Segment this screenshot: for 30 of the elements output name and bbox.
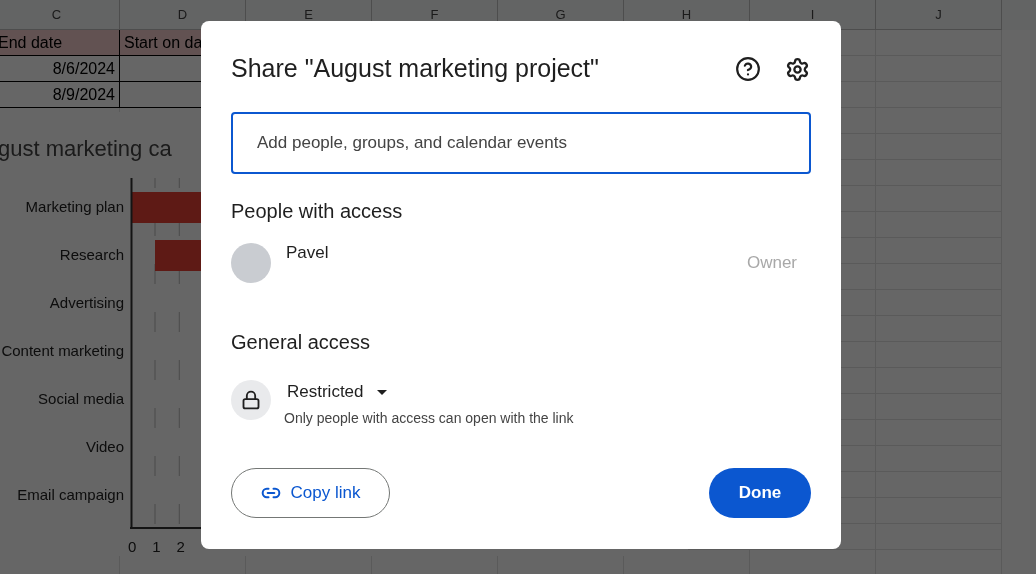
axis-tick-label: 2: [175, 537, 186, 556]
person-role: Owner: [746, 252, 797, 275]
category-label: Content marketing: [1, 340, 124, 361]
caret-icon: [376, 389, 387, 395]
section-heading: General access: [231, 330, 370, 355]
category-label: Email campaign: [17, 484, 124, 505]
axis-tick-label: 1: [151, 537, 162, 556]
lock-icon: [241, 390, 261, 410]
help-icon[interactable]: [735, 56, 761, 82]
avatar: [231, 243, 271, 283]
category-label: Advertising: [49, 292, 124, 313]
category-label: Research: [59, 244, 124, 265]
column-header[interactable]: J: [876, 0, 1002, 30]
done-button[interactable]: Done: [709, 468, 811, 518]
cell-text: 8/6/2024: [52, 58, 115, 79]
dialog-title: Share "August marketing project": [231, 53, 599, 85]
access-description: Only people with access can open with the link: [284, 409, 574, 428]
settings-icon[interactable]: [785, 56, 810, 82]
access-dropdown[interactable]: Restricted: [284, 380, 390, 404]
cell-text: Start on da: [124, 32, 203, 53]
category-label: Video: [85, 436, 124, 457]
person-name: Pavel: [286, 242, 329, 265]
cell-text: 8/9/2024: [52, 84, 115, 105]
category-label: Marketing plan: [25, 196, 124, 217]
cell-text: End date: [0, 32, 63, 53]
category-label: Social media: [38, 388, 124, 409]
section-heading: People with access: [231, 199, 403, 224]
axis-tick-label: 0: [126, 537, 138, 556]
add-people-field[interactable]: Add people, groups, and calendar events: [231, 112, 811, 174]
copy-link-button[interactable]: Copy link: [231, 468, 390, 518]
